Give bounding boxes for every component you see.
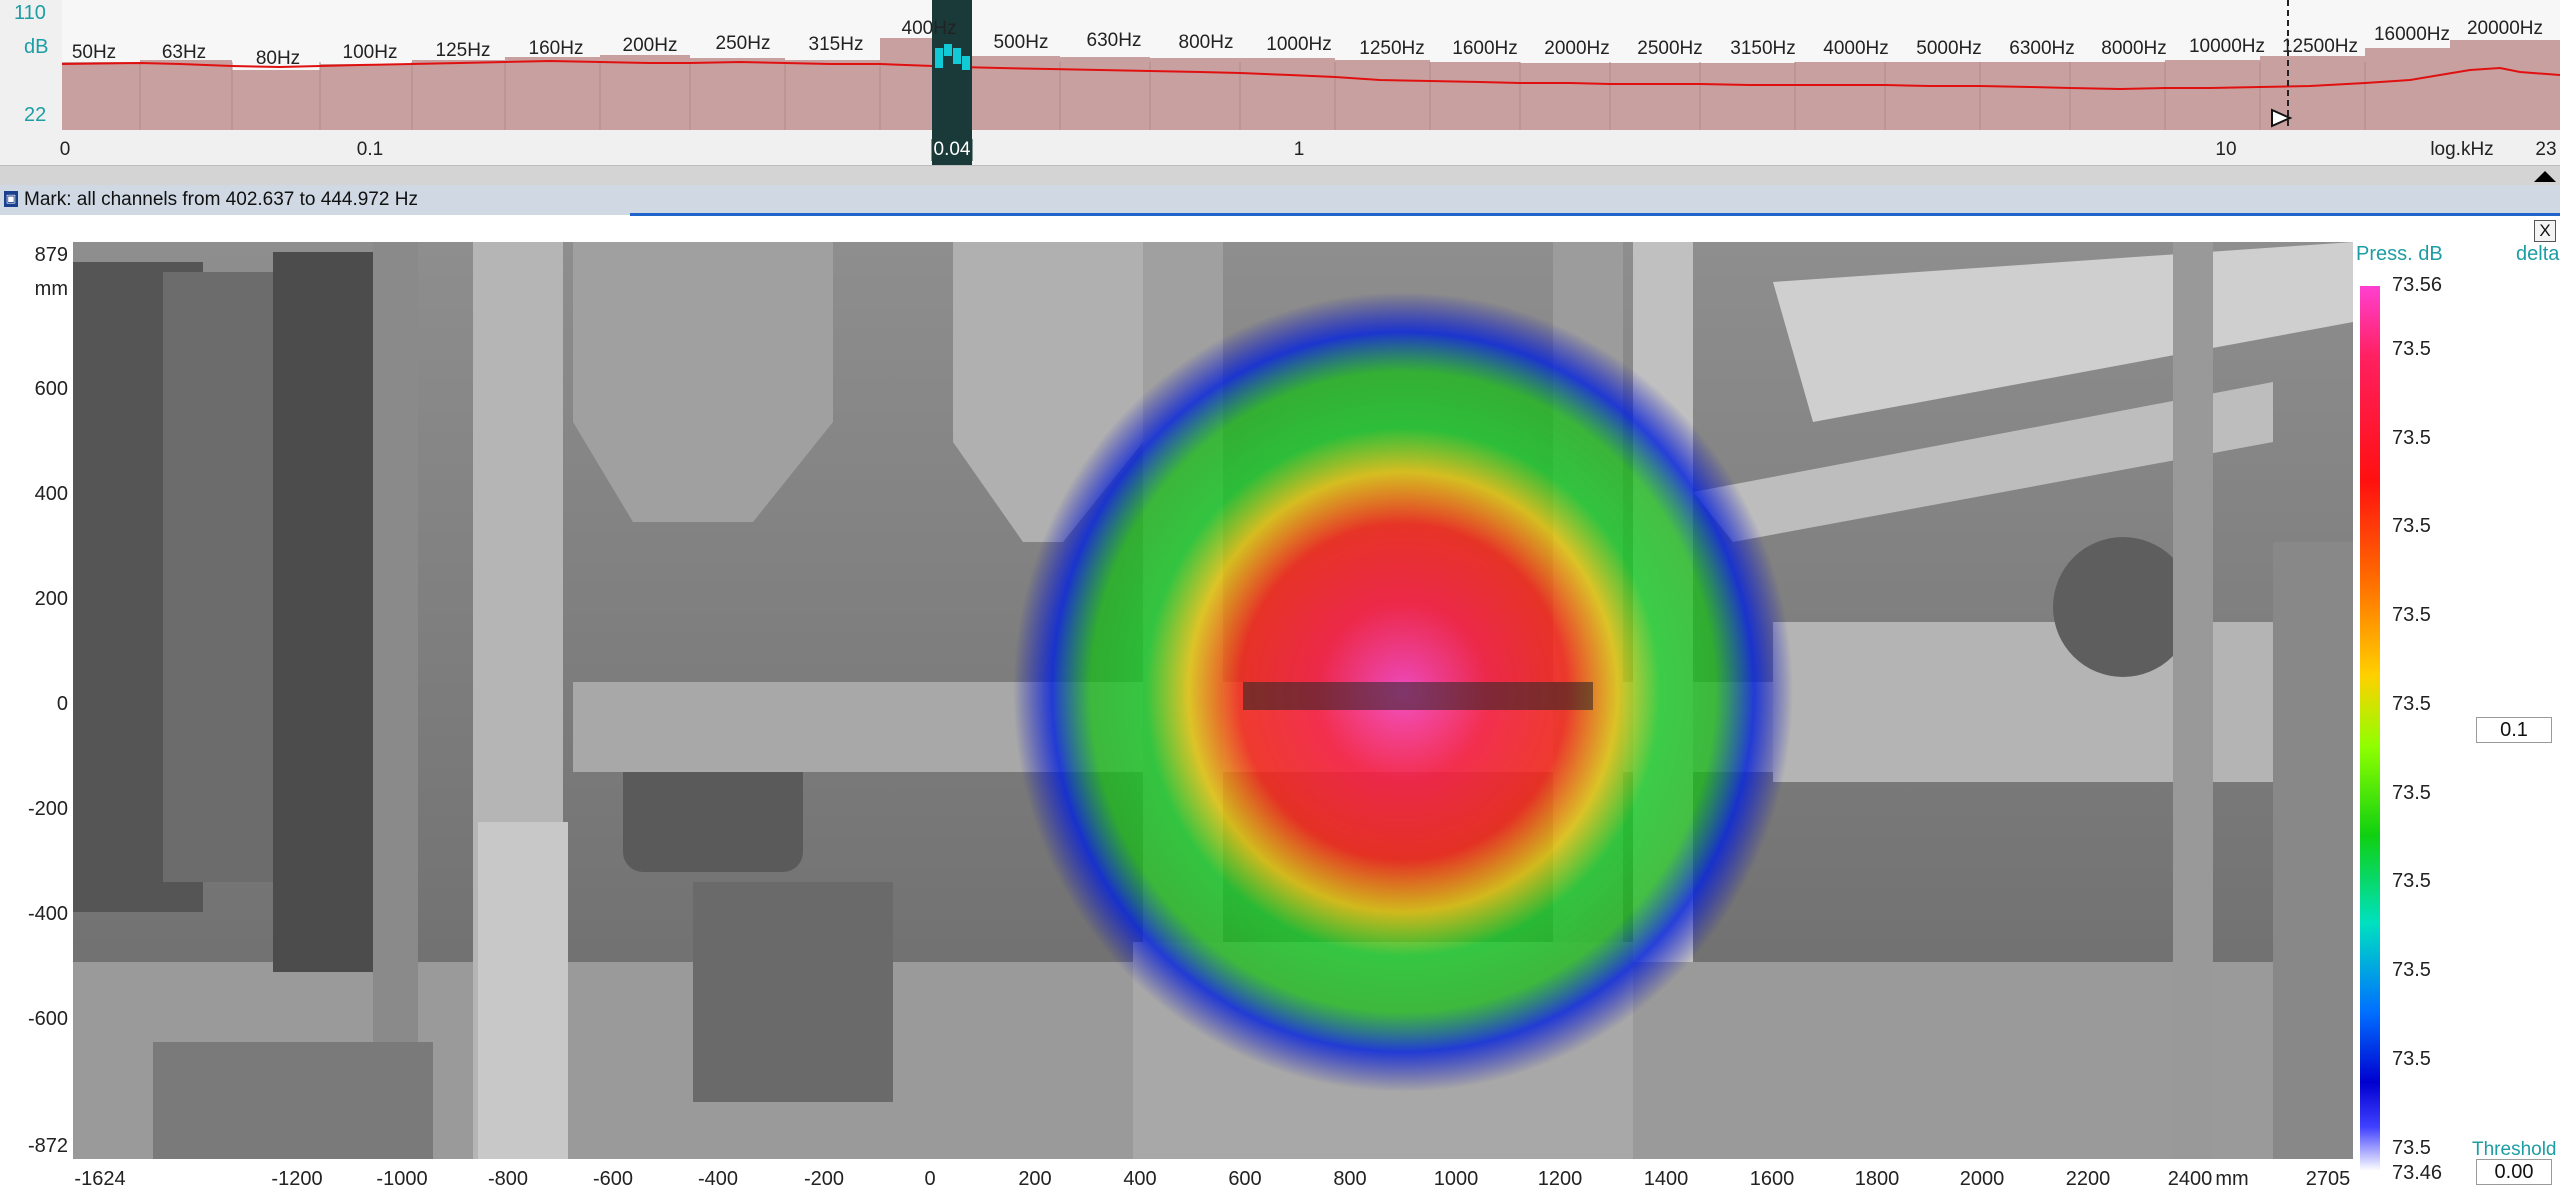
band-label: 125Hz [435, 40, 491, 61]
band-label: 50Hz [71, 42, 117, 63]
panel-splitter[interactable] [0, 165, 2560, 186]
band-label: 1250Hz [1359, 38, 1425, 59]
db-max-label: 110 [14, 2, 46, 24]
band-label: 10000Hz [2188, 36, 2266, 57]
y-axis-top: 879 [34, 244, 68, 266]
spectrum-plot[interactable] [0, 0, 2560, 165]
band-label: 80Hz [255, 48, 301, 69]
x-tick: -400 [697, 1168, 739, 1190]
band-label: 20000Hz [2466, 18, 2544, 39]
axis-unit-label: log.kHz [2430, 139, 2494, 160]
scale-step: 73.5 [2392, 338, 2431, 360]
scale-step: 73.5 [2392, 515, 2431, 537]
x-tick: 400 [1123, 1168, 1157, 1190]
scale-step: 73.5 [2392, 693, 2431, 715]
khz-tick-10: 10 [2215, 139, 2237, 160]
x-axis-unit: mm [2215, 1168, 2249, 1190]
band-label: 250Hz [715, 33, 771, 54]
band-label: 5000Hz [1916, 38, 1982, 59]
band-label: 1600Hz [1452, 38, 1518, 59]
band-label: 3150Hz [1730, 38, 1796, 59]
delta-label: delta [2516, 243, 2560, 265]
x-tick: 2000 [1959, 1168, 2005, 1190]
scale-title: Press. dB [2356, 243, 2443, 265]
band-label: 500Hz [993, 32, 1049, 53]
lock-icon[interactable]: ▣ [4, 191, 18, 207]
acoustic-camera-image[interactable] [73, 242, 2353, 1159]
y-axis-unit: mm [34, 278, 68, 300]
scale-step: 73.5 [2392, 782, 2431, 804]
khz-tick-1: 1 [1293, 139, 1305, 160]
x-tick: 1400 [1643, 1168, 1689, 1190]
spectrum-panel[interactable]: 110 dB 22 50Hz 63Hz 80Hz 100Hz 125Hz 160Hz 200… [0, 0, 2560, 165]
band-label: 200Hz [622, 35, 678, 56]
y-tick: -400 [27, 903, 68, 925]
scale-step: 73.5 [2392, 604, 2431, 626]
band-label: 2500Hz [1637, 38, 1703, 59]
x-tick: 600 [1228, 1168, 1262, 1190]
y-tick: 200 [34, 588, 68, 610]
x-tick: -1000 [376, 1168, 428, 1190]
x-tick: 0 [924, 1168, 936, 1190]
image-panel-header [0, 216, 2560, 242]
khz-tick-selected: 0.04 [931, 139, 973, 161]
scale-step: 73.5 [2392, 1137, 2431, 1159]
x-tick: -800 [487, 1168, 529, 1190]
scale-max: 73.56 [2392, 274, 2443, 296]
x-tick: 800 [1333, 1168, 1367, 1190]
machine-photo [73, 242, 2353, 1159]
band-label: 160Hz [528, 38, 584, 59]
delta-input[interactable]: 0.1 [2476, 717, 2552, 743]
scale-step: 73.5 [2392, 427, 2431, 449]
scale-step: 73.5 [2392, 1048, 2431, 1070]
y-tick: -200 [27, 798, 68, 820]
db-min-label: 22 [24, 104, 47, 126]
x-tick: -600 [592, 1168, 634, 1190]
threshold-label: Threshold [2472, 1139, 2557, 1160]
db-unit-label: dB [24, 36, 49, 58]
mark-status-text: Mark: all channels from 402.637 to 444.9… [24, 189, 418, 210]
x-tick: 2200 [2065, 1168, 2111, 1190]
x-axis-left: -1624 [74, 1168, 126, 1190]
khz-tick-0: 0 [59, 139, 71, 160]
color-scale-bar [2360, 286, 2380, 1171]
close-button[interactable]: X [2534, 220, 2556, 242]
band-label: 8000Hz [2101, 38, 2167, 59]
y-tick: 0 [56, 693, 68, 715]
y-tick: 400 [34, 483, 68, 505]
y-tick: -600 [27, 1008, 68, 1030]
x-tick: 1600 [1749, 1168, 1795, 1190]
y-tick: 600 [34, 378, 68, 400]
band-label: 800Hz [1178, 32, 1234, 53]
band-label: 4000Hz [1823, 38, 1889, 59]
y-axis-bottom: -872 [27, 1135, 68, 1157]
x-tick: -1200 [271, 1168, 323, 1190]
khz-tick-01: 0.1 [356, 139, 384, 160]
x-tick: 1200 [1537, 1168, 1583, 1190]
band-label: 12500Hz [2281, 36, 2359, 57]
band-label: 63Hz [161, 42, 207, 63]
band-label: 400Hz [901, 18, 957, 39]
scale-step: 73.5 [2392, 959, 2431, 981]
band-label: 16000Hz [2373, 24, 2451, 45]
x-tick: 200 [1018, 1168, 1052, 1190]
x-tick: 2400 [2167, 1168, 2213, 1190]
band-label: 315Hz [808, 34, 864, 55]
x-tick: 1000 [1433, 1168, 1479, 1190]
band-label: 6300Hz [2009, 38, 2075, 59]
scale-step: 73.5 [2392, 870, 2431, 892]
threshold-input[interactable]: 0.00 [2476, 1159, 2552, 1185]
collapse-arrow-icon[interactable] [2534, 171, 2556, 182]
band-label: 1000Hz [1266, 34, 1332, 55]
x-tick: -200 [803, 1168, 845, 1190]
khz-tick-23: 23 [2535, 139, 2557, 160]
x-tick: 1800 [1854, 1168, 1900, 1190]
x-axis-right: 2705 [2305, 1168, 2351, 1190]
band-label: 100Hz [342, 42, 398, 63]
band-label: 630Hz [1086, 30, 1142, 51]
scale-min: 73.46 [2392, 1162, 2443, 1184]
band-label: 2000Hz [1544, 38, 1610, 59]
mark-bar: ▣ Mark: all channels from 402.637 to 444… [0, 185, 2560, 215]
